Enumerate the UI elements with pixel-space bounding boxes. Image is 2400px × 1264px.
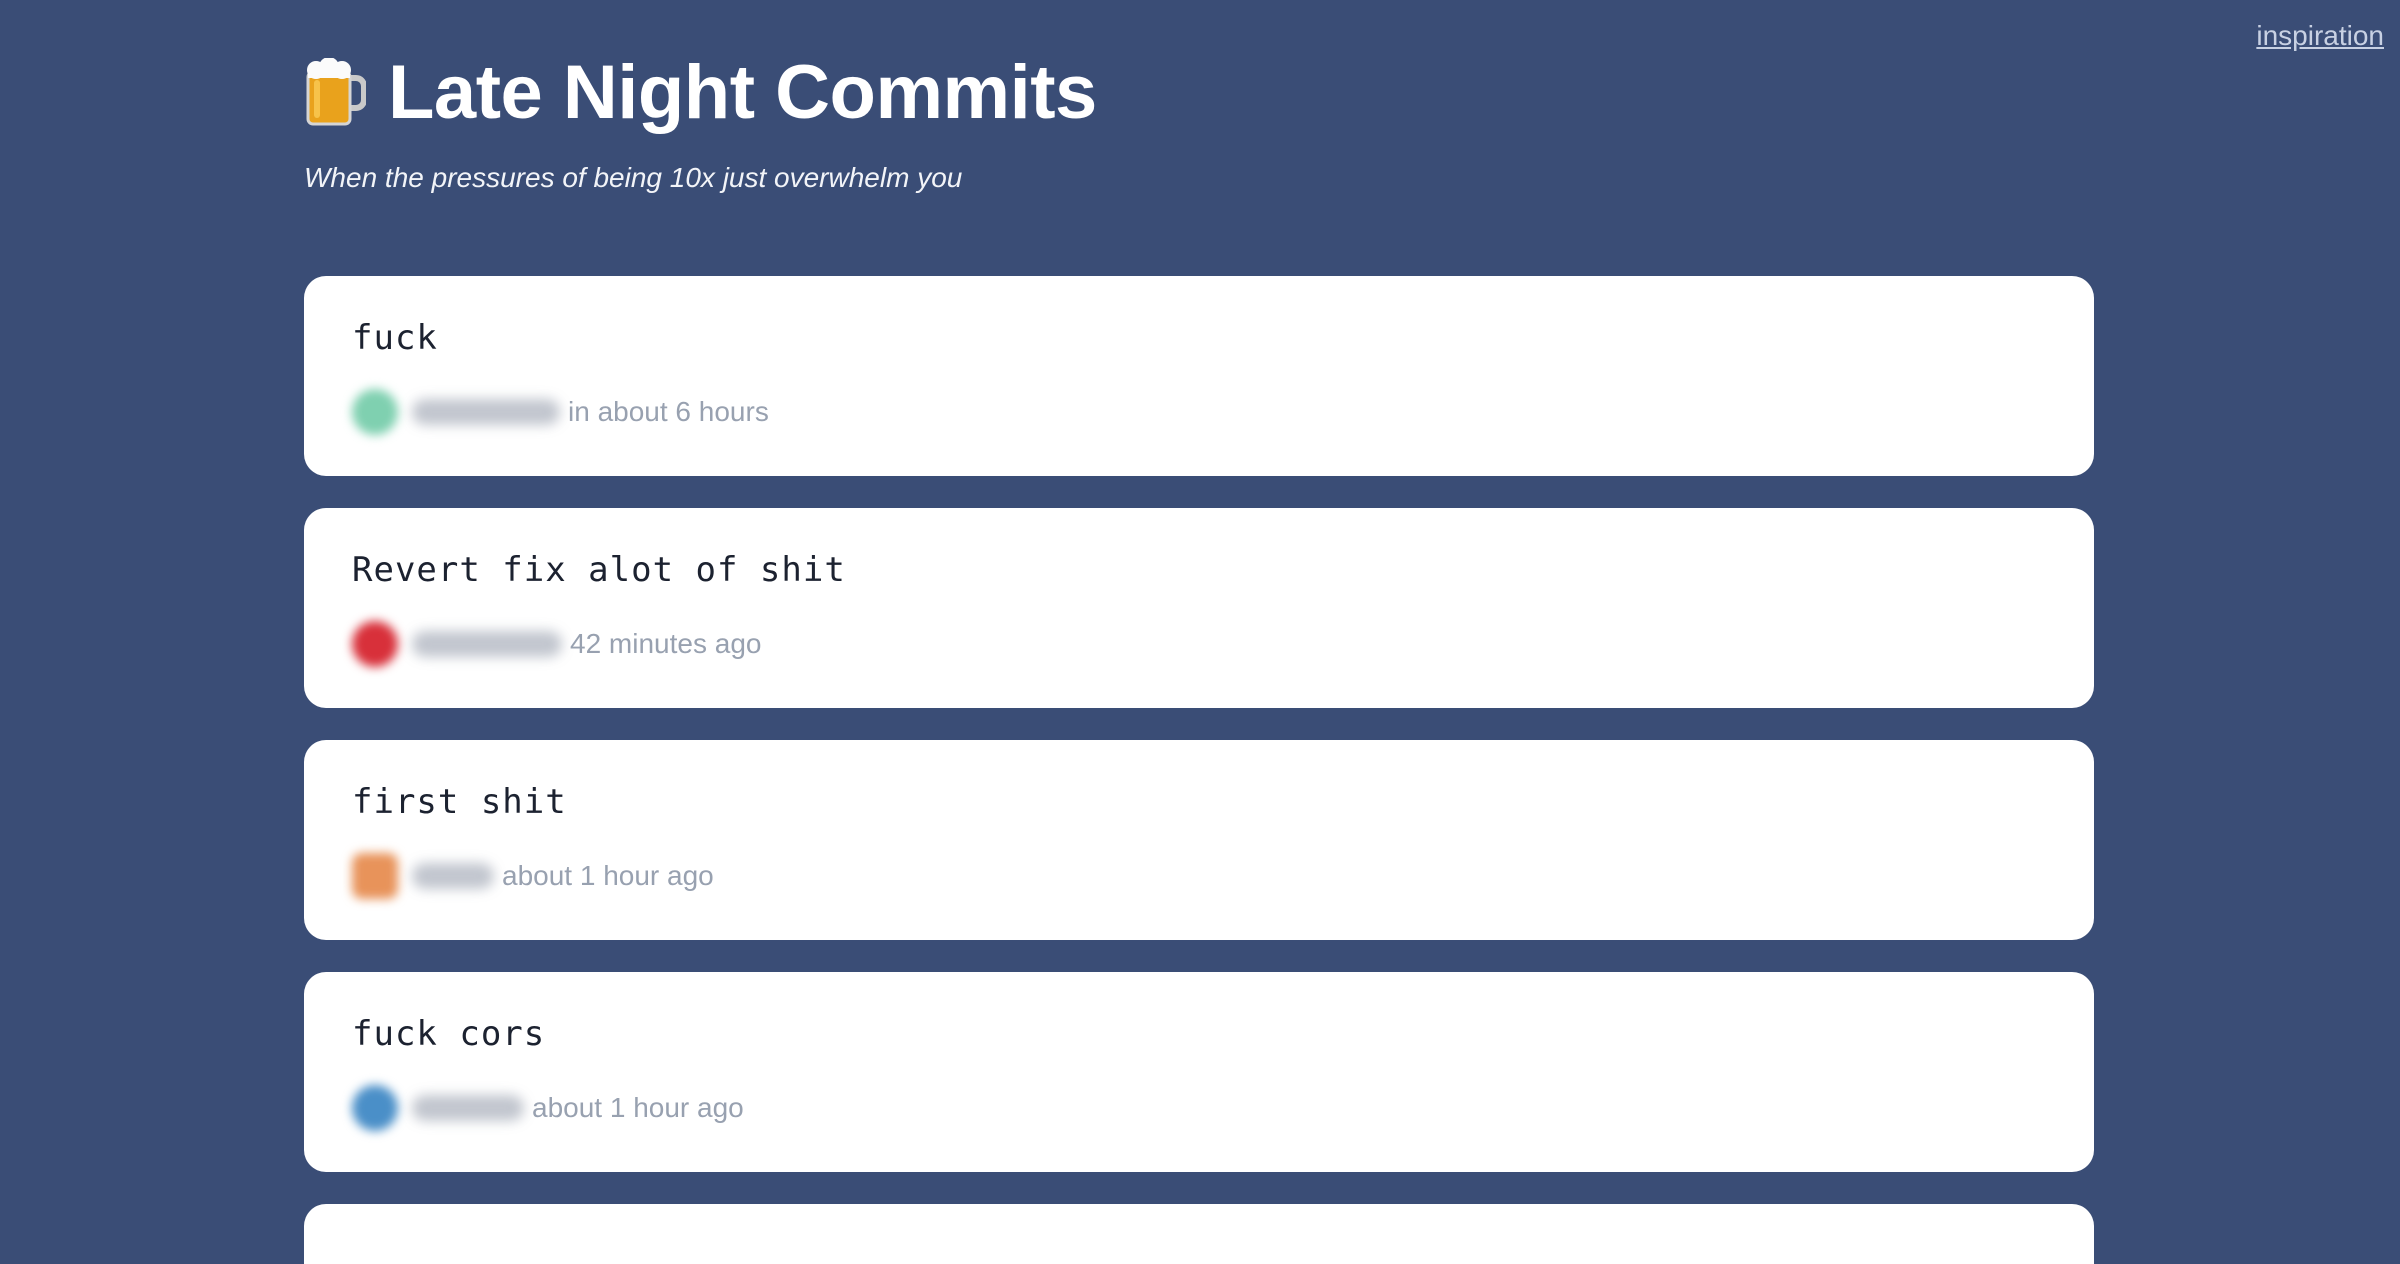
commit-time: 42 minutes ago <box>570 628 762 659</box>
main-container: Late Night Commits When the pressures of… <box>304 0 2094 1264</box>
commit-time: about 1 hour ago <box>502 860 714 891</box>
page-header: Late Night Commits <box>304 46 2094 138</box>
commit-card-partial[interactable] <box>304 1204 2094 1264</box>
beer-mug-icon <box>304 57 367 126</box>
commit-card[interactable]: fuck cors about 1 hour ago <box>304 972 2094 1172</box>
commit-message: Revert fix alot of shit <box>352 550 846 590</box>
username[interactable] <box>412 863 494 889</box>
commit-message: fuck <box>352 318 438 358</box>
avatar[interactable] <box>352 853 398 899</box>
commit-meta: in about 6 hours <box>352 388 2046 436</box>
commit-list: fuck in about 6 hours Revert fix alot of… <box>304 276 2094 1264</box>
username[interactable] <box>412 631 562 657</box>
avatar[interactable] <box>352 389 398 435</box>
commit-meta: about 1 hour ago <box>352 1084 2046 1132</box>
commit-card[interactable]: fuck in about 6 hours <box>304 276 2094 476</box>
avatar[interactable] <box>352 1085 398 1131</box>
username[interactable] <box>412 399 560 425</box>
commit-card[interactable]: first shit about 1 hour ago <box>304 740 2094 940</box>
page-subtitle: When the pressures of being 10x just ove… <box>304 162 963 193</box>
commit-time: about 1 hour ago <box>532 1092 744 1123</box>
commit-meta: about 1 hour ago <box>352 852 2046 900</box>
commit-meta: 42 minutes ago <box>352 620 2046 668</box>
avatar[interactable] <box>352 621 398 667</box>
page-title: Late Night Commits <box>388 49 1097 135</box>
commit-message: first shit <box>352 782 567 822</box>
commit-card[interactable]: Revert fix alot of shit 42 minutes ago <box>304 508 2094 708</box>
inspiration-link[interactable]: inspiration <box>2256 20 2384 52</box>
commit-message: fuck cors <box>352 1014 546 1054</box>
commit-time: in about 6 hours <box>568 396 769 427</box>
username[interactable] <box>412 1095 524 1121</box>
